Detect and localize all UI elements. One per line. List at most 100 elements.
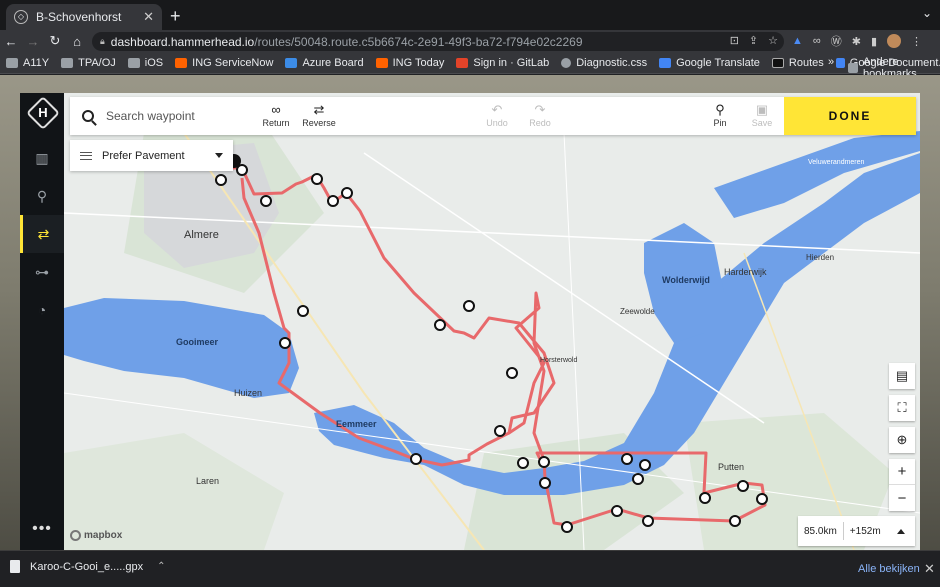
address-bar[interactable]: 🔒︎ dashboard.hammerhead.io/routes/50048.… <box>92 32 784 51</box>
ing-favicon-icon <box>375 57 388 68</box>
bookmark-item[interactable]: Google Translate <box>659 57 760 69</box>
back-button[interactable]: ← <box>0 34 22 49</box>
bookmark-item[interactable]: Routes <box>771 57 824 69</box>
more-menu-icon[interactable]: ••• <box>20 520 64 538</box>
extension-w-icon[interactable]: Ⓦ <box>831 33 842 49</box>
fit-route-button[interactable]: ⛶ <box>889 395 915 421</box>
pin-button[interactable]: ⚲ Pin <box>698 102 742 128</box>
show-all-downloads-link[interactable]: Alle bekijken <box>858 563 920 575</box>
reverse-label: Reverse <box>302 118 336 128</box>
tab-search-icon[interactable]: ⌄ <box>922 6 932 20</box>
routing-preference-select[interactable]: Prefer Pavement <box>70 140 233 171</box>
redo-label: Redo <box>529 118 551 128</box>
profile-avatar[interactable] <box>887 34 902 48</box>
sidebar-item-progress[interactable]: ◔ <box>20 291 64 329</box>
extension-glasses-icon[interactable]: ∞ <box>813 35 821 47</box>
waypoint[interactable] <box>517 457 529 469</box>
waypoint[interactable] <box>699 492 711 504</box>
label-harderwijk: Harderwijk <box>724 267 767 277</box>
zoom-controls: + − <box>889 459 915 511</box>
bookmark-item[interactable]: Sign in · GitLab <box>456 57 549 69</box>
bookmark-item[interactable]: Diagnostic.css <box>561 57 647 69</box>
close-downloads-icon[interactable]: ✕ <box>924 561 935 577</box>
browser-tab[interactable]: ◇ B-Schovenhorst ✕ <box>6 4 162 30</box>
waypoint[interactable] <box>539 477 551 489</box>
route-stats-panel[interactable]: 85.0km +152m <box>798 516 915 546</box>
route-map[interactable]: Almere Gooimeer Huizen Eemmeer Laren Wol… <box>64 93 920 550</box>
bookmark-item[interactable]: iOS <box>127 57 163 69</box>
label-gooimeer: Gooimeer <box>176 337 219 347</box>
bar-chart-icon: ▥ <box>35 149 49 166</box>
waypoint[interactable] <box>737 480 749 492</box>
tab-close-icon[interactable]: ✕ <box>143 9 154 25</box>
install-app-icon[interactable]: ⊡ <box>730 34 739 47</box>
bookmark-star-icon[interactable]: ☆ <box>768 34 778 47</box>
waypoint[interactable] <box>611 505 623 517</box>
extensions-puzzle-icon[interactable]: ✱ <box>852 35 861 48</box>
waypoint[interactable] <box>311 173 323 185</box>
map-style-button[interactable]: ▤ <box>889 363 915 389</box>
waypoint[interactable] <box>538 456 550 468</box>
home-button[interactable]: ⌂ <box>66 34 88 49</box>
zoom-out-button[interactable]: − <box>889 485 915 511</box>
waypoint[interactable] <box>561 521 573 533</box>
bookmark-item[interactable]: A11Y <box>6 57 49 69</box>
waypoint[interactable] <box>506 367 518 379</box>
waypoint[interactable] <box>756 493 768 505</box>
waypoint[interactable] <box>215 174 227 186</box>
waypoint[interactable] <box>434 319 446 331</box>
waypoint[interactable] <box>729 515 741 527</box>
bookmark-item[interactable]: TPA/OJ <box>61 57 116 69</box>
waypoint[interactable] <box>642 515 654 527</box>
ing-favicon-icon <box>175 57 188 68</box>
extension-triangle-icon[interactable]: ▲ <box>792 35 803 47</box>
sidebar-item-rides[interactable]: ⚲ <box>20 177 64 215</box>
save-button[interactable]: ▣ Save <box>740 102 784 128</box>
search-input[interactable]: Search waypoint <box>106 109 195 123</box>
sidepanel-icon[interactable]: ▮ <box>871 35 877 48</box>
waypoint[interactable] <box>621 453 633 465</box>
waypoint[interactable] <box>341 187 353 199</box>
downloads-bar: Karoo-C-Gooi_e.....gpx ⌃ Alle bekijken ✕ <box>0 550 940 587</box>
url-path: /routes/50048.route.c5b6674c-2e91-49f3-b… <box>254 34 583 49</box>
bookmarks-overflow-icon[interactable]: » <box>828 56 834 68</box>
return-button[interactable]: ∞ Return <box>254 102 298 128</box>
reverse-button[interactable]: ⇄ Reverse <box>297 102 341 128</box>
mapbox-attribution[interactable]: mapbox <box>70 530 122 541</box>
sidebar-item-analytics[interactable]: ▥ <box>20 139 64 177</box>
sidebar-item-routes[interactable]: ⇄ <box>20 215 64 253</box>
bookmark-item[interactable]: ING ServiceNow <box>175 57 273 69</box>
globe-icon <box>561 57 572 68</box>
done-button[interactable]: DONE <box>784 97 916 135</box>
bookmark-item[interactable]: Azure Board <box>285 57 364 69</box>
waypoint[interactable] <box>236 164 248 176</box>
label-eemmeer: Eemmeer <box>336 419 377 429</box>
locate-me-button[interactable]: ⊕ <box>889 427 915 453</box>
waypoint-search[interactable]: Search waypoint <box>70 109 250 123</box>
bookmark-item[interactable]: ING Today <box>375 57 444 69</box>
waypoint[interactable] <box>279 337 291 349</box>
sidebar-item-workouts[interactable]: ⊶ <box>20 253 64 291</box>
download-item[interactable]: Karoo-C-Gooi_e.....gpx ⌃ <box>10 560 166 573</box>
download-file-name: Karoo-C-Gooi_e.....gpx <box>30 560 144 573</box>
redo-button[interactable]: ↷ Redo <box>518 102 562 128</box>
waypoint[interactable] <box>632 473 644 485</box>
waypoint[interactable] <box>327 195 339 207</box>
waypoint[interactable] <box>410 453 422 465</box>
chevron-up-icon[interactable]: ⌃ <box>157 561 165 572</box>
waypoint[interactable] <box>639 459 651 471</box>
forward-button[interactable]: → <box>22 34 44 49</box>
waypoint[interactable] <box>463 300 475 312</box>
undo-button[interactable]: ↶ Undo <box>475 102 519 128</box>
caret-up-icon[interactable] <box>897 528 905 534</box>
waypoint[interactable] <box>494 425 506 437</box>
save-label: Save <box>751 118 773 128</box>
share-icon[interactable]: ⇪ <box>749 34 758 47</box>
zoom-in-button[interactable]: + <box>889 459 915 485</box>
reload-button[interactable]: ↻ <box>44 33 66 49</box>
waypoint[interactable] <box>260 195 272 207</box>
waypoint[interactable] <box>297 305 309 317</box>
redo-icon: ↷ <box>534 102 546 117</box>
browser-menu-icon[interactable]: ⋮ <box>911 35 922 48</box>
new-tab-button[interactable]: + <box>170 6 181 27</box>
